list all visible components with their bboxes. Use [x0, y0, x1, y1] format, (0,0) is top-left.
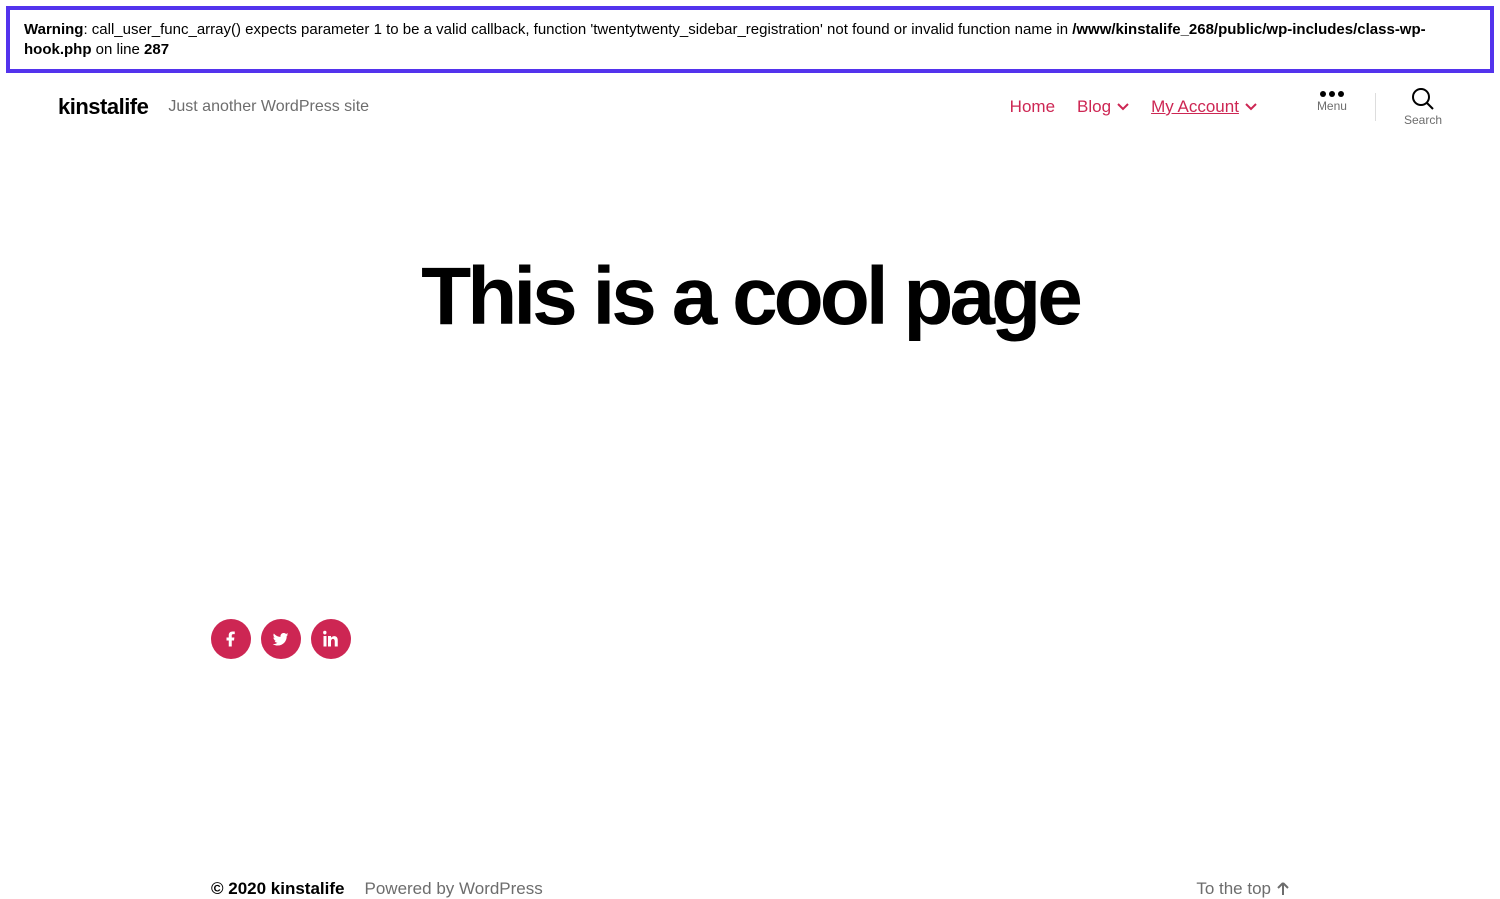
search-label: Search	[1404, 113, 1442, 127]
social-links	[211, 619, 1500, 659]
page-title: This is a cool page	[0, 250, 1500, 344]
copyright: © 2020 kinstalife	[211, 879, 345, 899]
warning-on-line: on line	[92, 41, 145, 58]
php-warning-banner: Warning: call_user_func_array() expects …	[6, 6, 1494, 73]
header-tools: Menu Search	[1317, 87, 1442, 127]
search-icon	[1411, 87, 1435, 111]
site-footer: © 2020 kinstalife Powered by WordPress T…	[0, 879, 1500, 899]
dots-icon	[1320, 87, 1344, 97]
to-top-link[interactable]: To the top	[1196, 879, 1289, 899]
nav-blog-label: Blog	[1077, 97, 1111, 117]
arrow-up-icon	[1277, 882, 1289, 896]
divider	[1375, 93, 1376, 121]
warning-message: : call_user_func_array() expects paramet…	[83, 21, 1072, 38]
nav-home-label: Home	[1010, 97, 1055, 117]
site-header: kinstalife Just another WordPress site H…	[0, 79, 1500, 135]
to-top-label: To the top	[1196, 879, 1271, 899]
nav-blog[interactable]: Blog	[1077, 97, 1129, 117]
search-toggle[interactable]: Search	[1404, 87, 1442, 127]
linkedin-icon	[322, 630, 340, 648]
nav-home[interactable]: Home	[1010, 97, 1055, 117]
site-tagline: Just another WordPress site	[168, 98, 369, 116]
chevron-down-icon	[1245, 103, 1257, 111]
nav-account-label: My Account	[1151, 97, 1239, 117]
powered-by[interactable]: Powered by WordPress	[365, 879, 543, 899]
menu-label: Menu	[1317, 99, 1347, 113]
twitter-icon	[272, 630, 290, 648]
warning-line-number: 287	[144, 41, 169, 58]
warning-label: Warning	[24, 21, 83, 38]
chevron-down-icon	[1117, 103, 1129, 111]
facebook-icon	[222, 630, 240, 648]
social-twitter[interactable]	[261, 619, 301, 659]
site-title[interactable]: kinstalife	[58, 94, 148, 120]
social-facebook[interactable]	[211, 619, 251, 659]
menu-toggle[interactable]: Menu	[1317, 87, 1347, 113]
nav-my-account[interactable]: My Account	[1151, 97, 1257, 117]
social-linkedin[interactable]	[311, 619, 351, 659]
primary-nav: Home Blog My Account	[1010, 97, 1257, 117]
